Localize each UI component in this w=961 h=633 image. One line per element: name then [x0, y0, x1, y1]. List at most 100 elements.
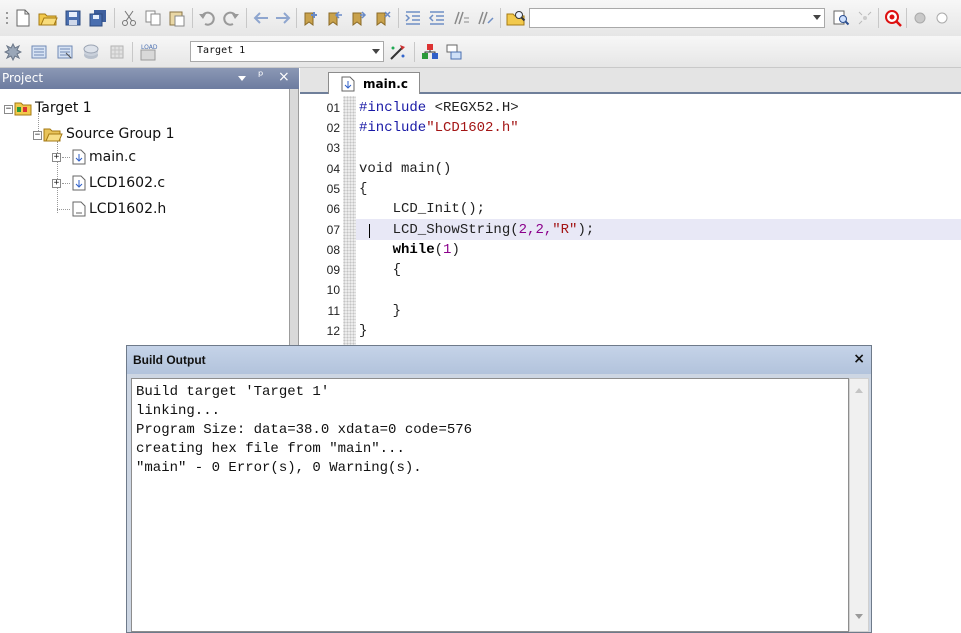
line-number: 02: [326, 121, 340, 135]
breakpoint-insert-icon[interactable]: [912, 10, 928, 26]
build-output-window: Build Output × Build target 'Target 1' l…: [126, 345, 872, 633]
copy-icon[interactable]: [144, 9, 162, 27]
dropdown-arrow-icon[interactable]: [813, 15, 821, 20]
expand-icon[interactable]: +: [52, 153, 61, 162]
incremental-find-icon[interactable]: [856, 9, 874, 27]
toolbar-separator: [296, 8, 297, 28]
toolbar-separator: [246, 8, 247, 28]
batch-build-icon[interactable]: [82, 43, 100, 61]
code-token: ): [451, 242, 460, 258]
panel-close-icon[interactable]: ×: [278, 69, 290, 85]
code-token: (: [434, 242, 444, 258]
editor-tab-bar: main.c: [300, 68, 961, 94]
tab-main-c[interactable]: main.c: [328, 72, 420, 94]
debug-session-icon[interactable]: [884, 9, 902, 27]
collapse-icon[interactable]: −: [4, 105, 13, 114]
build-toolbar: LOAD Target 1: [0, 36, 961, 68]
bookmark-toggle-icon[interactable]: [302, 9, 320, 27]
tree-label-source-group: Source Group 1: [66, 126, 175, 142]
main-toolbar: [0, 0, 961, 37]
navigate-forward-icon[interactable]: [274, 9, 292, 27]
panel-options-arrow-icon[interactable]: [238, 76, 246, 81]
find-icon[interactable]: [832, 9, 850, 27]
stop-build-icon[interactable]: [108, 43, 126, 61]
tree-label-main-c: main.c: [89, 149, 137, 165]
expand-icon[interactable]: +: [52, 179, 61, 188]
tree-connector: [57, 209, 70, 210]
close-icon[interactable]: ×: [853, 351, 865, 367]
bookmark-next-icon[interactable]: [350, 9, 368, 27]
target-select[interactable]: Target 1: [190, 41, 384, 62]
tab-label: main.c: [363, 77, 408, 91]
tree-label-lcd1602-h: LCD1602.h: [89, 201, 167, 217]
code-line: LCD_ShowString(2,2,"R");: [359, 220, 595, 240]
indent-icon[interactable]: [404, 9, 422, 27]
vertical-scrollbar[interactable]: [849, 378, 869, 632]
line-number: 11: [327, 304, 340, 318]
select-packs-icon[interactable]: [444, 42, 464, 62]
output-line: creating hex file from "main"...: [136, 441, 405, 457]
include-target: <REGX52.H>: [426, 100, 519, 116]
target-options-icon[interactable]: [388, 42, 408, 62]
build-output-header[interactable]: Build Output ×: [127, 346, 871, 374]
line-number: 12: [326, 324, 340, 338]
panel-pin-icon[interactable]: ᵖ: [258, 69, 264, 84]
build-output-text[interactable]: Build target 'Target 1' linking... Progr…: [131, 378, 849, 632]
toolbar-separator: [132, 42, 133, 62]
cut-icon[interactable]: [120, 9, 138, 27]
undo-icon[interactable]: [198, 9, 216, 27]
save-all-icon[interactable]: [88, 9, 108, 27]
keyword: while: [392, 242, 435, 258]
svg-text:LOAD: LOAD: [141, 44, 158, 51]
tree-connector: [62, 183, 70, 184]
new-file-icon[interactable]: [14, 9, 32, 27]
bookmark-clear-icon[interactable]: [374, 9, 392, 27]
breakpoint-enable-icon[interactable]: [934, 10, 950, 26]
output-line: Program Size: data=38.0 xdata=0 code=576: [136, 422, 473, 438]
header-file-icon: [72, 201, 86, 217]
translate-icon[interactable]: [4, 43, 22, 61]
bookmark-previous-icon[interactable]: [326, 9, 344, 27]
output-line: linking...: [136, 403, 221, 419]
line-number: 09: [326, 263, 340, 277]
scroll-down-arrow-icon[interactable]: [855, 614, 863, 619]
rebuild-icon[interactable]: [56, 43, 74, 61]
download-load-icon[interactable]: LOAD: [138, 42, 158, 62]
c-file-icon: [72, 149, 86, 165]
code-line: }: [359, 303, 402, 319]
line-number: 06: [326, 202, 340, 216]
uncomment-icon[interactable]: [476, 9, 494, 27]
project-panel-title: Project: [2, 71, 44, 85]
manage-project-items-icon[interactable]: [420, 42, 440, 62]
tree-connector: [62, 157, 70, 158]
find-combo[interactable]: [529, 8, 825, 28]
code-line: {: [359, 181, 368, 197]
string-literal: "LCD1602.h": [426, 120, 519, 136]
collapse-icon[interactable]: −: [33, 131, 42, 140]
code-line: #include"LCD1602.h": [359, 118, 519, 138]
toolbar-separator: [114, 8, 115, 28]
redo-icon[interactable]: [222, 9, 240, 27]
save-icon[interactable]: [64, 9, 82, 27]
editor-margin[interactable]: [343, 96, 356, 346]
preprocessor-directive: #include: [359, 100, 427, 116]
toolbar-separator: [878, 8, 879, 28]
open-folder-icon[interactable]: [38, 9, 58, 27]
navigate-back-icon[interactable]: [252, 9, 270, 27]
toolbar-separator: [414, 42, 415, 62]
unindent-icon[interactable]: [428, 9, 446, 27]
target-folder-icon: [14, 102, 32, 116]
line-number: 05: [326, 182, 340, 196]
dropdown-arrow-icon[interactable]: [372, 48, 380, 54]
output-line: "main" - 0 Error(s), 0 Warning(s).: [136, 460, 422, 476]
line-number: 08: [326, 243, 340, 257]
scroll-up-arrow-icon[interactable]: [855, 388, 863, 393]
string-literal: "R": [552, 222, 578, 238]
comment-icon[interactable]: [452, 9, 470, 27]
code-token: LCD_ShowString(: [359, 222, 519, 238]
find-in-files-icon[interactable]: [506, 9, 526, 27]
paste-icon[interactable]: [168, 9, 186, 27]
project-panel-header: Project ᵖ ×: [0, 68, 299, 89]
toolbar-separator: [500, 8, 501, 28]
build-icon[interactable]: [30, 43, 48, 61]
